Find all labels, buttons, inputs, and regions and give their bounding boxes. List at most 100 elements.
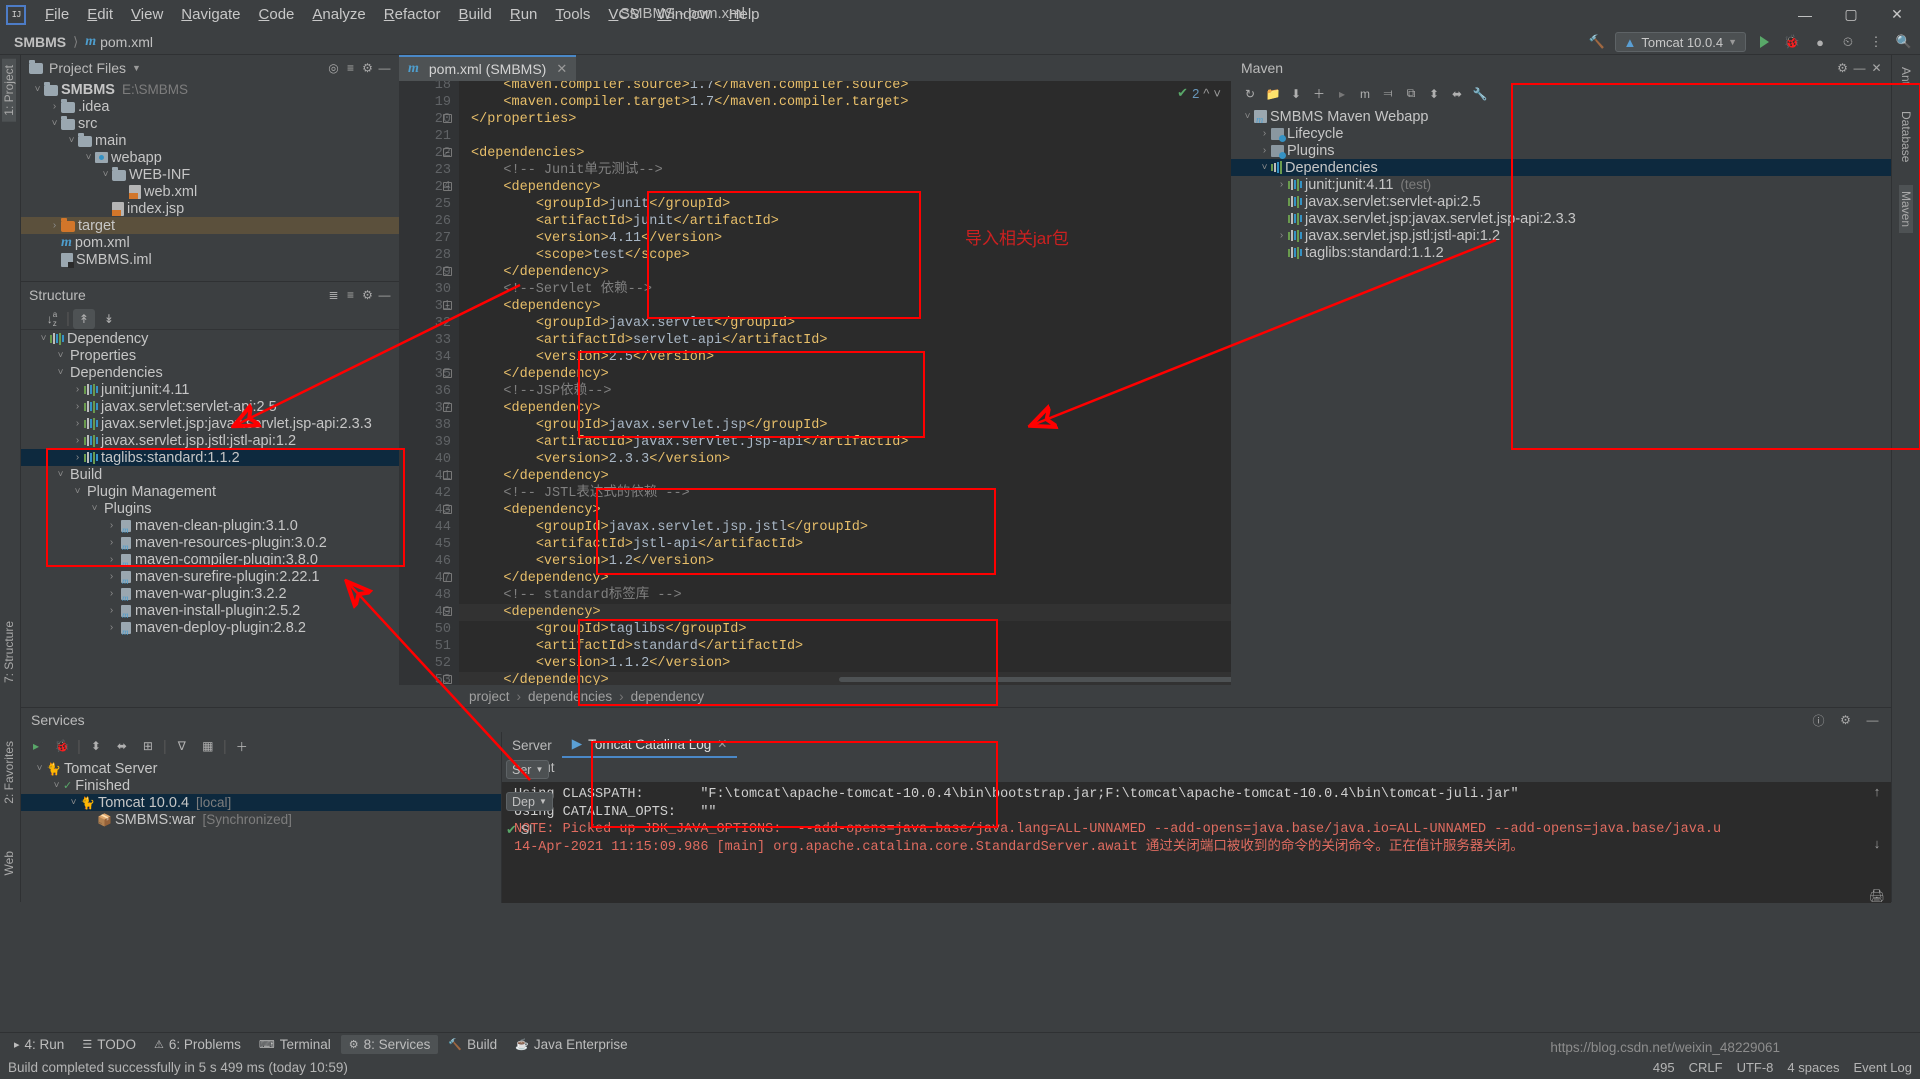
sidebar-item-favorites[interactable]: 2: Favorites <box>2 735 16 810</box>
sidebar-item-ant[interactable]: Ant <box>1899 61 1913 91</box>
tree-node[interactable]: › .idea <box>21 98 399 115</box>
chevron-down-icon[interactable]: ˅ <box>50 780 63 791</box>
fold-collapse-icon[interactable]: − <box>443 148 452 157</box>
tree-node[interactable]: javax.servlet.jsp:javax.servlet.jsp-api:… <box>1231 210 1891 227</box>
tree-node[interactable]: › javax.servlet:servlet-api:2.5 <box>21 398 399 415</box>
horizontal-scrollbar[interactable] <box>839 677 1231 682</box>
expand-all-icon[interactable]: ↟ <box>72 308 95 329</box>
chevron-down-icon[interactable]: ▼ <box>132 63 141 73</box>
bottom-tab-java-enterprise[interactable]: ☕ Java Enterprise <box>507 1035 636 1054</box>
chevron-down-icon[interactable]: ˅ <box>82 152 95 163</box>
minimize-button[interactable]: — <box>1782 0 1828 29</box>
coverage-icon[interactable]: ● <box>1810 32 1830 52</box>
menu-item-file[interactable]: File <box>36 3 78 26</box>
bottom-tab-todo[interactable]: ☰ TODO <box>74 1035 144 1054</box>
chevron-right-icon[interactable]: › <box>105 537 118 548</box>
event-log[interactable]: Event Log <box>1853 1060 1912 1075</box>
tree-node[interactable]: › target <box>21 217 399 234</box>
tree-node[interactable]: › javax.servlet.jsp.jstl:jstl-api:1.2 <box>21 432 399 449</box>
run-configuration-selector[interactable]: ▲ Tomcat 10.0.4 ▼ <box>1614 32 1746 52</box>
fold-end-icon[interactable] <box>443 114 452 123</box>
fold-collapse-icon[interactable]: − <box>443 403 452 412</box>
tree-node[interactable]: › Lifecycle <box>1231 125 1891 142</box>
tree-node[interactable]: › maven-clean-plugin:3.1.0 <box>21 517 399 535</box>
settings-icon[interactable]: 🔧 <box>1469 84 1491 104</box>
tree-node[interactable]: web.xml <box>21 183 399 200</box>
tree-node[interactable]: › javax.servlet.jsp.jstl:jstl-api:1.2 <box>1231 227 1891 244</box>
help-icon[interactable]: ⓘ <box>1810 712 1827 729</box>
chevron-right-icon[interactable]: › <box>1275 230 1288 241</box>
chevron-right-icon[interactable]: › <box>105 605 118 616</box>
chevron-right-icon[interactable]: › <box>1275 179 1288 190</box>
tree-node[interactable]: ˅ src <box>21 115 399 132</box>
close-icon[interactable]: ✕ <box>1868 60 1885 77</box>
fold-end-icon[interactable] <box>443 369 452 378</box>
chevron-down-icon[interactable]: ˅ <box>65 135 78 146</box>
line-separator[interactable]: CRLF <box>1689 1060 1723 1075</box>
menu-item-code[interactable]: Code <box>250 3 304 26</box>
collapse-all-icon[interactable]: ≡ <box>342 287 359 304</box>
encoding[interactable]: UTF-8 <box>1737 1060 1774 1075</box>
tree-node[interactable]: m pom.xml <box>21 234 399 251</box>
tree-node[interactable]: ˅ SMBMS E:\SMBMS <box>21 81 399 98</box>
fold-end-icon[interactable] <box>443 267 452 276</box>
more-options-icon[interactable]: ⋮ <box>1866 32 1886 52</box>
chevron-down-icon[interactable]: ˅ <box>31 84 44 95</box>
tree-node[interactable]: ˅ webapp <box>21 149 399 166</box>
tree-node[interactable]: ˅ ✓ Finished <box>21 777 501 794</box>
inspection-badge[interactable]: ✔ 2 ^ ˅ <box>1177 85 1221 101</box>
chevron-right-icon[interactable]: › <box>105 571 118 582</box>
indent[interactable]: 4 spaces <box>1787 1060 1839 1075</box>
chevron-down-icon[interactable]: ˅ <box>1213 86 1221 101</box>
tree-node[interactable]: ˅ 🐈 Tomcat Server <box>21 760 501 777</box>
chevron-right-icon[interactable]: › <box>1258 128 1271 139</box>
debug-icon[interactable]: 🐞 <box>51 736 73 756</box>
menu-item-run[interactable]: Run <box>501 3 547 26</box>
tree-node[interactable]: ˅ Properties <box>21 347 399 364</box>
gear-icon[interactable]: ⚙ <box>359 60 376 77</box>
tree-node[interactable]: ˅ Dependencies <box>21 364 399 381</box>
tree-node[interactable]: › maven-surefire-plugin:2.22.1 <box>21 568 399 586</box>
gear-icon[interactable]: ⚙ <box>1837 712 1854 729</box>
tree-node[interactable]: › taglibs:standard:1.1.2 <box>21 449 399 466</box>
add-icon[interactable]: ＋ <box>1308 84 1330 104</box>
deployment-select[interactable]: Dep ▼ <box>506 792 553 811</box>
tree-node[interactable]: ˅ main <box>21 132 399 149</box>
tab-server[interactable]: Server <box>502 732 562 758</box>
scroll-up-icon[interactable]: ↑ <box>1874 784 1881 799</box>
scroll-down-icon[interactable]: ↓ <box>1874 836 1881 851</box>
server-select[interactable]: Ser ▼ <box>506 760 550 779</box>
chevron-right-icon[interactable]: › <box>71 452 84 463</box>
fold-end-icon[interactable] <box>443 573 452 582</box>
tree-node[interactable]: taglibs:standard:1.1.2 <box>1231 244 1891 261</box>
sidebar-item-database[interactable]: Database <box>1899 105 1913 168</box>
chevron-down-icon[interactable]: ˅ <box>37 333 50 344</box>
console-scroll-controls[interactable]: ↑ ↓ 🖨 <box>1867 784 1887 904</box>
menu-item-tools[interactable]: Tools <box>546 3 599 26</box>
tree-node[interactable]: index.jsp <box>21 200 399 217</box>
fold-end-icon[interactable] <box>443 471 452 480</box>
tree-node[interactable]: › maven-install-plugin:2.5.2 <box>21 602 399 620</box>
hide-icon[interactable]: — <box>376 287 393 304</box>
chevron-down-icon[interactable]: ˅ <box>1258 162 1271 173</box>
execute-goal-icon[interactable]: m <box>1354 84 1376 104</box>
chevron-right-icon[interactable]: › <box>105 520 118 531</box>
chevron-right-icon[interactable]: › <box>105 622 118 633</box>
expand-all-icon[interactable]: ≣ <box>325 287 342 304</box>
menu-item-build[interactable]: Build <box>449 3 500 26</box>
tree-node[interactable]: › maven-war-plugin:3.2.2 <box>21 585 399 603</box>
chevron-right-icon[interactable]: › <box>105 554 118 565</box>
tree-node[interactable]: ˅ SMBMS Maven Webapp <box>1231 108 1891 127</box>
bottom-tab-4-run[interactable]: ▸ 4: Run <box>6 1035 72 1054</box>
group-icon[interactable]: ⊞ <box>137 736 159 756</box>
chevron-right-icon[interactable]: › <box>71 401 84 412</box>
fold-end-icon[interactable] <box>443 675 452 684</box>
tree-node[interactable]: ˅ Dependency <box>21 330 399 347</box>
print-icon[interactable]: 🖨 <box>1869 888 1886 904</box>
run-icon[interactable] <box>1754 32 1774 52</box>
chevron-right-icon[interactable]: › <box>71 418 84 429</box>
fold-collapse-icon[interactable]: − <box>443 182 452 191</box>
locate-icon[interactable]: ◎ <box>325 60 342 77</box>
collapse-all-icon[interactable]: ↡ <box>98 309 120 329</box>
chevron-down-icon[interactable]: ˅ <box>99 169 112 180</box>
